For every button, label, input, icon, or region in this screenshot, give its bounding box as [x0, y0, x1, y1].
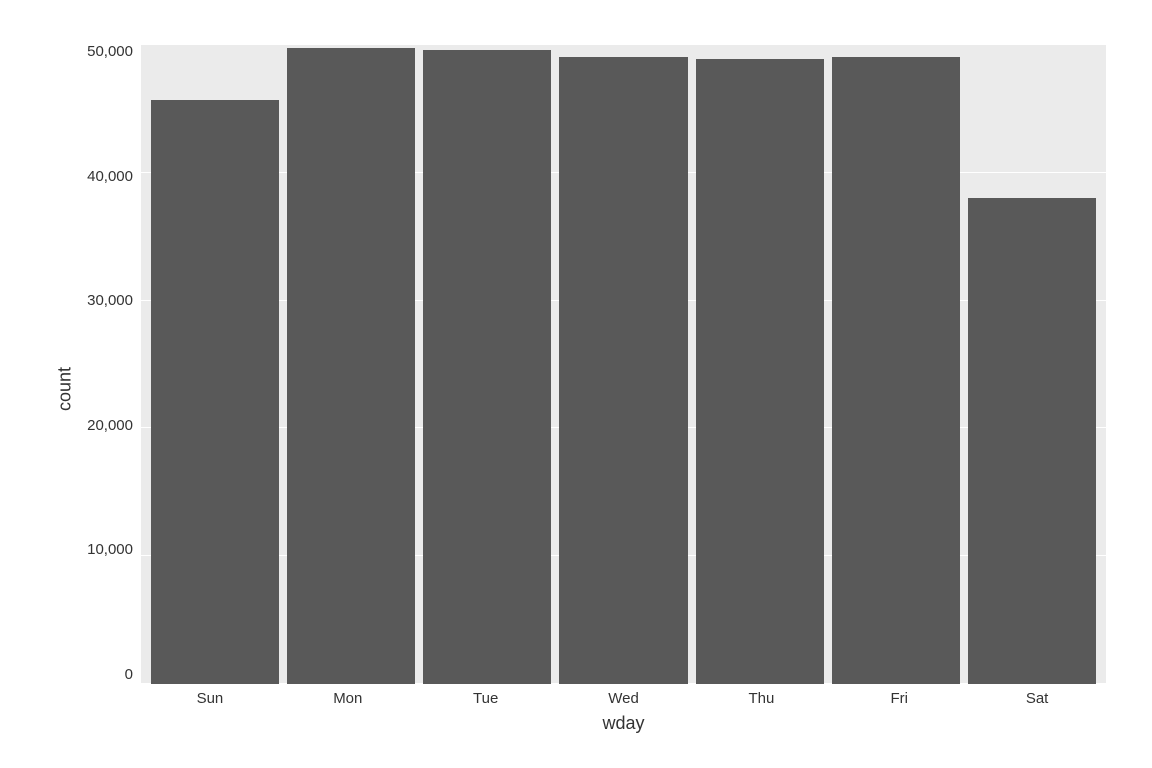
- x-tick-wed: Wed: [555, 690, 693, 707]
- chart-container: count 50,000 40,000 30,000 20,000 10,000 0 Su…: [26, 24, 1126, 744]
- x-axis: SunMonTueWedThuFriSat: [141, 684, 1106, 707]
- x-tick-mon: Mon: [279, 690, 417, 707]
- x-tick-fri: Fri: [830, 690, 968, 707]
- bar-group: [559, 44, 687, 684]
- y-axis: 50,000 40,000 30,000 20,000 10,000 0: [76, 44, 141, 684]
- y-tick: 50,000: [87, 44, 133, 59]
- chart-inner: 50,000 40,000 30,000 20,000 10,000 0 SunMonTu…: [76, 44, 1106, 734]
- bar-tue: [423, 50, 551, 684]
- bar-fri: [832, 57, 960, 684]
- bar-sat: [968, 198, 1096, 684]
- bar-group: [696, 44, 824, 684]
- bar-wed: [559, 57, 687, 684]
- bar-sun: [151, 100, 279, 684]
- x-axis-label: wday: [76, 713, 1106, 734]
- plot-area: 50,000 40,000 30,000 20,000 10,000 0: [76, 44, 1106, 684]
- chart-area: count 50,000 40,000 30,000 20,000 10,000 0 Su…: [46, 44, 1106, 734]
- y-axis-label: count: [46, 44, 76, 734]
- y-tick: 30,000: [87, 293, 133, 308]
- x-tick-thu: Thu: [692, 690, 830, 707]
- bars-and-grid: [141, 44, 1106, 684]
- bar-thu: [696, 59, 824, 684]
- x-tick-sun: Sun: [141, 690, 279, 707]
- bar-group: [968, 44, 1096, 684]
- bar-group: [832, 44, 960, 684]
- y-tick: 20,000: [87, 418, 133, 433]
- y-tick: 40,000: [87, 169, 133, 184]
- x-tick-tue: Tue: [417, 690, 555, 707]
- bars-wrapper: [141, 44, 1106, 684]
- bar-group: [423, 44, 551, 684]
- bar-group: [151, 44, 279, 684]
- bar-group: [287, 44, 415, 684]
- bar-mon: [287, 48, 415, 684]
- y-tick: 10,000: [87, 542, 133, 557]
- x-tick-sat: Sat: [968, 690, 1106, 707]
- y-tick: 0: [125, 667, 133, 682]
